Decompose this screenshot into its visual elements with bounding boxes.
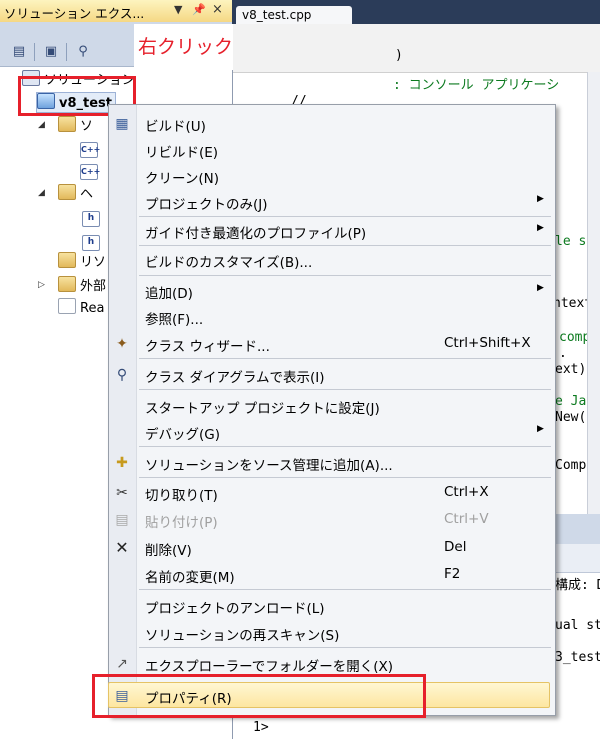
expand-triangle-icon[interactable]: ▷: [38, 276, 45, 294]
toolbar-separator: [34, 43, 35, 61]
tree-node-header-file[interactable]: h: [82, 230, 104, 251]
output-line: 構成: D: [555, 578, 600, 593]
tree-node-header-files[interactable]: ◢ ヘ: [38, 184, 93, 202]
menu-separator: [139, 446, 551, 447]
submenu-arrow-icon: ▶: [537, 223, 544, 233]
toolbar-separator: [66, 43, 67, 61]
annotation-text: 右クリック: [138, 36, 234, 58]
menu-item-set-startup-project[interactable]: スタートアップ プロジェクトに設定(J): [109, 393, 555, 419]
menu-item-rescan-solution[interactable]: ソリューションの再スキャン(S): [109, 620, 555, 646]
collapse-triangle-icon[interactable]: ◢: [38, 184, 45, 202]
menu-item-pgo-profile[interactable]: ガイド付き最適化のプロファイル(P) ▶: [109, 218, 555, 244]
menu-item-add[interactable]: 追加(D) ▶: [109, 278, 555, 304]
properties-toolbar-icon[interactable]: ▤: [10, 43, 28, 61]
menu-item-build[interactable]: ▦ ビルド(U): [109, 111, 555, 137]
menu-item-rebuild[interactable]: リビルド(E): [109, 137, 555, 163]
menu-item-project-only[interactable]: プロジェクトのみ(J) ▶: [109, 189, 555, 215]
tree-node-cpp-file[interactable]: C++: [80, 160, 102, 180]
menu-separator: [139, 275, 551, 276]
menu-separator: [139, 358, 551, 359]
folder-icon: [58, 184, 76, 200]
tab-v8-test-cpp[interactable]: v8_test.cpp: [236, 6, 352, 24]
menu-item-delete[interactable]: ✕ 削除(V) Del: [109, 535, 555, 561]
menu-item-clean[interactable]: クリーン(N): [109, 163, 555, 189]
menu-separator: [139, 647, 551, 648]
menu-item-view-class-diagram[interactable]: ⚲ クラス ダイアグラムで表示(I): [109, 362, 555, 388]
project-context-menu: ▦ ビルド(U) リビルド(E) クリーン(N) プロジェクトのみ(J) ▶ ガ…: [108, 104, 556, 716]
pin-icon[interactable]: 📌: [192, 3, 206, 16]
header-file-icon: h: [82, 211, 100, 227]
paste-icon: ▤: [115, 512, 129, 528]
editor-navigation-bar: ): [233, 24, 600, 73]
tree-node-external-dependencies[interactable]: ▷ 外部: [38, 276, 106, 294]
submenu-arrow-icon: ▶: [537, 283, 544, 293]
menu-separator: [139, 477, 551, 478]
tree-node-header-file[interactable]: h: [82, 206, 104, 227]
annotation-highlight-box: [92, 674, 426, 718]
submenu-arrow-icon: ▶: [537, 424, 544, 434]
folder-icon: [58, 276, 76, 292]
cpp-file-icon: C++: [80, 142, 100, 158]
menu-separator: [139, 245, 551, 246]
tree-node-source-files[interactable]: ◢ ソ: [38, 116, 93, 134]
class-diagram-toolbar-icon[interactable]: ⚲: [74, 43, 92, 61]
text-file-icon: [58, 298, 76, 314]
menu-item-build-customizations[interactable]: ビルドのカスタマイズ(B)...: [109, 247, 555, 273]
build-icon: ▦: [115, 116, 129, 132]
submenu-arrow-icon: ▶: [537, 194, 544, 204]
folder-icon: [58, 116, 76, 132]
menu-item-debug[interactable]: デバッグ(G) ▶: [109, 419, 555, 445]
editor-tab-strip: v8_test.cpp: [232, 0, 600, 24]
output-line: 1>: [253, 720, 269, 735]
class-wizard-icon: ✦: [116, 336, 128, 352]
folder-icon: [58, 252, 76, 268]
menu-separator: [139, 216, 551, 217]
open-folder-icon: ↗: [116, 656, 128, 672]
solution-explorer-title: ソリューション エクス...: [4, 6, 145, 21]
code-line: : コンソール アプリケーシ: [393, 78, 560, 93]
close-icon[interactable]: ×: [212, 2, 223, 17]
tree-node-resource-files[interactable]: リソ: [58, 252, 106, 270]
code-line: ): [395, 48, 403, 63]
cpp-file-icon: C++: [80, 164, 100, 180]
menu-item-class-wizard[interactable]: ✦ クラス ウィザード... Ctrl+Shift+X: [109, 331, 555, 357]
tree-node-readme[interactable]: Rea: [58, 298, 104, 316]
menu-item-add-to-source-control[interactable]: ✚ ソリューションをソース管理に追加(A)...: [109, 450, 555, 476]
class-diagram-icon: ⚲: [116, 367, 128, 383]
output-line: 3_test.: [555, 650, 600, 665]
menu-item-paste[interactable]: ▤ 貼り付け(P) Ctrl+V: [109, 507, 555, 533]
collapse-triangle-icon[interactable]: ◢: [38, 116, 45, 134]
show-all-files-icon[interactable]: ▣: [42, 43, 60, 61]
menu-item-unload-project[interactable]: プロジェクトのアンロード(L): [109, 593, 555, 619]
code-line: .: [559, 346, 567, 361]
vertical-scrollbar[interactable]: [587, 72, 600, 514]
menu-separator: [139, 389, 551, 390]
menu-separator: [139, 589, 551, 590]
output-line: ual stu: [555, 618, 600, 633]
add-source-control-icon: ✚: [116, 455, 128, 471]
menu-item-references[interactable]: 参照(F)...: [109, 304, 555, 330]
tree-node-cpp-file[interactable]: C++: [80, 138, 102, 158]
menu-item-rename[interactable]: 名前の変更(M) F2: [109, 562, 555, 588]
header-file-icon: h: [82, 235, 100, 251]
solution-explorer-titlebar: ソリューション エクス... ▼ 📌 ×: [0, 0, 232, 23]
menu-item-cut[interactable]: ✂ 切り取り(T) Ctrl+X: [109, 480, 555, 506]
delete-icon: ✕: [115, 538, 129, 557]
dropdown-arrow-icon[interactable]: ▼: [174, 3, 182, 16]
scissors-icon: ✂: [116, 485, 128, 501]
